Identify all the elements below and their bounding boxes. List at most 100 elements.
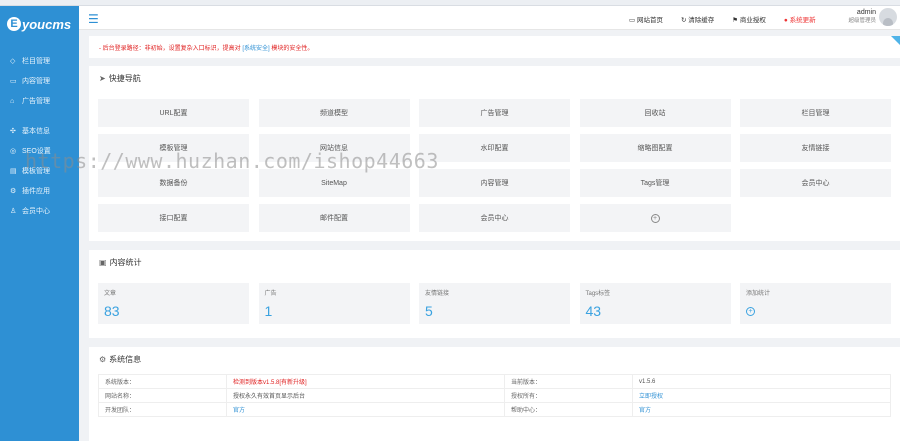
plus-circle-icon: + bbox=[746, 307, 755, 316]
quick-nav-tile[interactable]: 会员中心 bbox=[740, 169, 891, 197]
quick-nav-tile[interactable]: 友情链接 bbox=[740, 134, 891, 162]
stat-value: 43 bbox=[585, 303, 602, 319]
add-stat-card[interactable]: 添加统计 + bbox=[740, 283, 891, 324]
clear-cache-label: 清除缓存 bbox=[688, 17, 715, 24]
system-info-panel: ⚙ 系统信息 系统版本： 检测到版本v1.5.8[有新升级] 当前版本： v1.5… bbox=[89, 347, 900, 441]
sidebar-item-ads[interactable]: ⌂ 广告管理 bbox=[0, 91, 79, 111]
stat-card-tags[interactable]: Tags标签 43 bbox=[579, 283, 731, 324]
avatar[interactable] bbox=[879, 8, 897, 26]
admin-menu[interactable]: admin 超级管理员 bbox=[848, 8, 897, 26]
quick-nav-tile[interactable]: 会员中心 bbox=[419, 204, 570, 232]
quick-nav-tile[interactable]: 回收站 bbox=[579, 99, 731, 127]
sidebar-item-label: 插件应用 bbox=[22, 188, 50, 195]
quick-nav-tile[interactable]: 频道模型 bbox=[258, 99, 410, 127]
gear-icon: ⚙ bbox=[10, 188, 17, 195]
quick-nav-tile[interactable]: 内容管理 bbox=[419, 169, 570, 197]
info-label: 帮助中心： bbox=[504, 402, 633, 417]
sidebar-item-plugins[interactable]: ⚙ 插件应用 bbox=[0, 181, 79, 201]
sidebar-item-label: 广告管理 bbox=[22, 98, 50, 105]
plus-circle-icon: + bbox=[650, 213, 660, 223]
system-info-title-text: 系统信息 bbox=[109, 355, 142, 364]
target-icon: ◎ bbox=[10, 148, 17, 155]
info-label: 授权所有： bbox=[504, 388, 633, 403]
stat-card-links[interactable]: 友情链接 5 bbox=[419, 283, 570, 324]
sidebar-item-content[interactable]: ▭ 内容管理 bbox=[0, 71, 79, 91]
sidebar-item-seo[interactable]: ◎ SEO设置 bbox=[0, 141, 79, 161]
dev-team-link[interactable]: 官方 bbox=[226, 402, 505, 417]
stat-value: 83 bbox=[104, 303, 120, 319]
quick-nav-title-text: 快捷导航 bbox=[108, 74, 141, 83]
info-label: 开发团队： bbox=[98, 402, 227, 417]
stat-label: Tags标签 bbox=[585, 291, 611, 297]
quick-nav-grid: URL配置 频道模型 广告管理 回收站 栏目管理 模板管理 网站信息 水印配置 … bbox=[98, 99, 891, 232]
sidebar-item-template[interactable]: ▤ 模板管理 bbox=[0, 161, 79, 181]
sidebar-item-label: 栏目管理 bbox=[22, 58, 50, 65]
quick-nav-tile[interactable]: 缩略图配置 bbox=[579, 134, 731, 162]
site-name-value: 授权永久有效首页显示后台 bbox=[226, 388, 505, 403]
monitor-icon: ▭ bbox=[629, 17, 636, 24]
system-update-link[interactable]: ● 系统更新 bbox=[784, 14, 816, 24]
top-actions: ▭ 网站首页 ↻ 清除缓存 ⚑ 商业授权 ● 系统更新 bbox=[629, 14, 816, 24]
sidebar-item-label: 基本信息 bbox=[22, 128, 50, 135]
notice-text: - 后台登录路径：非初始，设置复杂入口标识，提高对 bbox=[99, 46, 243, 52]
sidebar-item-label: 内容管理 bbox=[22, 78, 50, 85]
quick-nav-tile[interactable]: 广告管理 bbox=[419, 99, 570, 127]
quick-nav-tile[interactable]: 数据备份 bbox=[98, 169, 249, 197]
logo-mark: E bbox=[7, 17, 21, 31]
license-link[interactable]: ⚑ 商业授权 bbox=[732, 14, 766, 24]
sidebar: E youcms ◇ 栏目管理 ▭ 内容管理 ⌂ 广告管理 ✣ 基本信息 ◎ S… bbox=[0, 6, 79, 441]
quick-nav-tile[interactable]: 接口配置 bbox=[98, 204, 249, 232]
quick-nav-tile[interactable]: 水印配置 bbox=[419, 134, 570, 162]
quick-nav-tile[interactable]: SiteMap bbox=[258, 169, 410, 197]
sidebar-item-column[interactable]: ◇ 栏目管理 bbox=[0, 51, 79, 71]
info-label: 当前版本： bbox=[504, 374, 633, 389]
quick-nav-tile[interactable]: URL配置 bbox=[98, 99, 249, 127]
sidebar-item-basic-info[interactable]: ✣ 基本信息 bbox=[0, 121, 79, 141]
sidebar-item-label: 会员中心 bbox=[22, 208, 50, 215]
quick-nav-tile[interactable]: 栏目管理 bbox=[740, 99, 891, 127]
stat-card-ads[interactable]: 广告 1 bbox=[258, 283, 410, 324]
info-label: 网站名称： bbox=[98, 388, 227, 403]
help-center-link[interactable]: 官方 bbox=[632, 402, 891, 417]
stat-label: 文章 bbox=[104, 291, 117, 297]
info-label: 系统版本： bbox=[98, 374, 227, 389]
quick-nav-tile[interactable]: 邮件配置 bbox=[258, 204, 410, 232]
sidebar-item-members[interactable]: ♙ 会员中心 bbox=[0, 201, 79, 221]
content-stats-panel: ▣ 内容统计 文章 83 广告 1 友情链接 5 Tags标签 43 添加统计 + bbox=[89, 250, 900, 338]
license-label: 商业授权 bbox=[739, 17, 766, 24]
stat-label: 友情链接 bbox=[425, 291, 450, 297]
home-icon: ⌂ bbox=[10, 97, 15, 105]
notice-link[interactable]: [系统安全] bbox=[242, 46, 269, 52]
quick-nav-tile[interactable]: 网站信息 bbox=[258, 134, 410, 162]
version-status[interactable]: 检测到版本v1.5.8[有新升级] bbox=[226, 374, 505, 389]
diamond-icon: ◇ bbox=[10, 58, 16, 65]
stats-grid: 文章 83 广告 1 友情链接 5 Tags标签 43 添加统计 + bbox=[98, 283, 891, 324]
security-notice: - 后台登录路径：非初始，设置复杂入口标识，提高对 [系统安全] 模块的安全性。 bbox=[89, 36, 900, 58]
license-owner-link[interactable]: 立即授权 bbox=[632, 388, 891, 403]
quick-nav-tile[interactable]: 模板管理 bbox=[98, 134, 249, 162]
add-quick-nav-button[interactable]: + bbox=[579, 204, 731, 232]
admin-name: admin bbox=[856, 9, 876, 16]
table-row: 开发团队： 官方 帮助中心： 官方 bbox=[98, 402, 891, 417]
quick-nav-tile[interactable]: Tags管理 bbox=[579, 169, 731, 197]
clear-cache-button[interactable]: ↻ 清除缓存 bbox=[681, 14, 714, 24]
logo[interactable]: E youcms bbox=[0, 6, 79, 42]
stat-card-articles[interactable]: 文章 83 bbox=[98, 283, 249, 324]
system-info-table: 系统版本： 检测到版本v1.5.8[有新升级] 当前版本： v1.5.6 网站名… bbox=[98, 374, 891, 417]
user-icon: ♙ bbox=[10, 208, 17, 215]
system-update-label: 系统更新 bbox=[789, 17, 816, 24]
refresh-icon: ↻ bbox=[680, 17, 687, 24]
content-stats-title-text: 内容统计 bbox=[109, 258, 142, 267]
alert-icon: ● bbox=[783, 17, 788, 24]
template-icon: ▤ bbox=[10, 168, 17, 175]
current-version: v1.5.6 bbox=[632, 374, 891, 389]
logo-text: youcms bbox=[22, 16, 72, 32]
site-home-link[interactable]: ▭ 网站首页 bbox=[629, 14, 663, 24]
system-info-title: ⚙ 系统信息 bbox=[89, 347, 900, 367]
stat-value: 5 bbox=[425, 303, 433, 319]
flag-icon: ⚑ bbox=[732, 17, 739, 24]
menu-toggle-icon[interactable]: ☰ bbox=[88, 12, 99, 26]
notice-text-after: 模块的安全性。 bbox=[269, 46, 314, 52]
notice-corner-mark bbox=[891, 36, 900, 45]
stat-label: 添加统计 bbox=[746, 291, 771, 297]
